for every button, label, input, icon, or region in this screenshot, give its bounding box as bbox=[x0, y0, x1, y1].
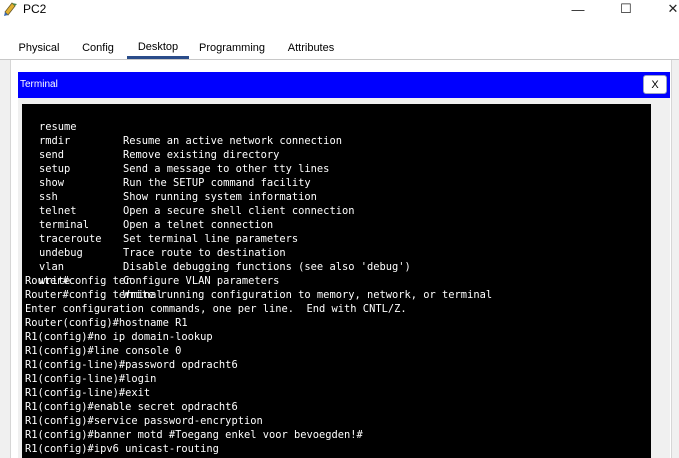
terminal-line: R1(config)#ipv6 unicast-routing bbox=[25, 443, 219, 455]
tab-attributes[interactable]: Attributes bbox=[278, 38, 344, 58]
minimize-button[interactable]: — bbox=[555, 0, 601, 18]
help-description: Configure VLAN parameters bbox=[123, 275, 280, 287]
help-description: Show running system information bbox=[123, 191, 317, 203]
terminal-line: Router(config)#hostname R1 bbox=[25, 317, 188, 329]
help-description: Disable debugging functions (see also 'd… bbox=[123, 261, 411, 273]
terminal-line: R1(config)#banner motd #Toegang enkel vo… bbox=[25, 429, 363, 441]
help-row: vlan Configure VLAN parameters bbox=[25, 246, 279, 287]
help-row: ssh Open a secure shell client connectio… bbox=[25, 176, 354, 217]
device-tabs: Physical Config Desktop Programming Attr… bbox=[0, 18, 679, 60]
terminal-line: R1(config-line)#password opdracht6 bbox=[25, 359, 238, 371]
tab-physical[interactable]: Physical bbox=[10, 38, 68, 58]
help-row: telnet Open a telnet connection bbox=[25, 190, 273, 231]
close-window-button[interactable]: ✕ bbox=[650, 0, 679, 18]
help-row: rmdir Remove existing directory bbox=[25, 120, 279, 161]
help-row: write Write running configuration to mem… bbox=[25, 260, 492, 301]
terminal-title: Terminal bbox=[20, 79, 58, 90]
terminal-header: Terminal X bbox=[18, 72, 670, 98]
tab-desktop[interactable]: Desktop bbox=[127, 38, 189, 59]
tab-programming[interactable]: Programming bbox=[193, 38, 271, 58]
help-row: traceroute Trace route to destination bbox=[25, 218, 286, 259]
pc-device-icon bbox=[3, 1, 19, 17]
terminal-screen[interactable]: resume Resume an active network connecti… bbox=[22, 104, 651, 458]
help-description: Open a secure shell client connection bbox=[123, 205, 355, 217]
help-row: terminal Set terminal line parameters bbox=[25, 204, 298, 245]
help-row: show Show running system information bbox=[25, 162, 317, 203]
terminal-line: R1(config-line)#exit bbox=[25, 387, 151, 399]
terminal-line: Router#config terminal bbox=[25, 289, 163, 301]
maximize-button[interactable]: ☐ bbox=[603, 0, 649, 18]
help-row: resume Resume an active network connecti… bbox=[25, 106, 342, 147]
help-description: Open a telnet connection bbox=[123, 219, 274, 231]
terminal-line: R1(config-line)#login bbox=[25, 373, 157, 385]
help-description: Write running configuration to memory, n… bbox=[123, 289, 493, 301]
help-row: send Send a message to other tty lines bbox=[25, 134, 329, 175]
help-description: Send a message to other tty lines bbox=[123, 163, 330, 175]
tab-config[interactable]: Config bbox=[74, 38, 122, 58]
terminal-line: R1(config)#line console 0 bbox=[25, 345, 182, 357]
help-description: Resume an active network connection bbox=[123, 135, 342, 147]
window-titlebar: PC2 — ☐ ✕ bbox=[0, 0, 679, 18]
help-description: Run the SETUP command facility bbox=[123, 177, 311, 189]
help-description: Trace route to destination bbox=[123, 247, 286, 259]
terminal-line: Enter configuration commands, one per li… bbox=[25, 303, 407, 315]
help-row: undebug Disable debugging functions (see… bbox=[25, 232, 411, 273]
help-description: Remove existing directory bbox=[123, 149, 280, 161]
terminal-line: R1(config)#enable secret opdracht6 bbox=[25, 401, 238, 413]
window-title: PC2 bbox=[23, 2, 47, 16]
help-description: Set terminal line parameters bbox=[123, 233, 299, 245]
terminal-close-button[interactable]: X bbox=[643, 75, 667, 94]
terminal-scrollbar[interactable] bbox=[652, 104, 669, 458]
terminal-line: R1(config)#no ip domain-lookup bbox=[25, 331, 213, 343]
close-icon: X bbox=[651, 78, 659, 91]
terminal-line: Router#config ter bbox=[25, 275, 132, 287]
terminal-line: R1(config)#service password-encryption bbox=[25, 415, 263, 427]
help-row: setup Run the SETUP command facility bbox=[25, 148, 311, 189]
